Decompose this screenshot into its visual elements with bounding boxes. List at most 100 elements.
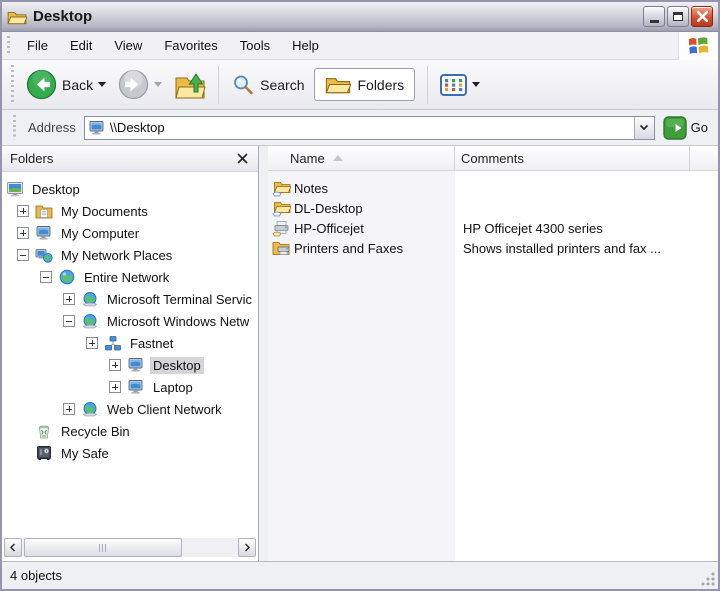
go-button-label: Go: [690, 120, 708, 135]
expand-toggle[interactable]: [109, 359, 121, 371]
maximize-button[interactable]: [667, 6, 689, 27]
menu-item-tools[interactable]: Tools: [229, 34, 281, 57]
address-computer-icon: [88, 120, 106, 136]
expand-toggle[interactable]: [17, 205, 29, 217]
tree-item-desktop[interactable]: Desktop: [2, 354, 258, 376]
toolbar-drag-handle[interactable]: [10, 64, 14, 105]
addressbar-drag-handle[interactable]: [12, 115, 16, 140]
main-area: Folders Desktop My Documents My Computer…: [2, 146, 718, 561]
search-icon: [231, 73, 255, 97]
tree-item-web-client-network[interactable]: Web Client Network: [2, 398, 258, 420]
object-count: 4 objects: [10, 568, 63, 583]
tree-item-desktop[interactable]: Desktop: [2, 178, 258, 200]
file-row-dl-desktop[interactable]: DL-Desktop: [268, 198, 718, 218]
file-icon: [272, 220, 291, 237]
expand-toggle[interactable]: [63, 293, 75, 305]
up-button[interactable]: [168, 66, 212, 104]
menu-item-view[interactable]: View: [103, 34, 153, 57]
address-combo[interactable]: [83, 115, 655, 140]
menu-items: File Edit View Favorites Tools Help: [16, 34, 330, 57]
go-button[interactable]: [662, 115, 687, 140]
file-comments: Shows installed printers and fax ...: [463, 240, 661, 256]
tree-item-icon: [81, 313, 99, 329]
expand-toggle[interactable]: [17, 227, 29, 239]
file-name: Printers and Faxes: [294, 240, 404, 256]
scroll-left-button[interactable]: [4, 538, 22, 557]
expand-toggle[interactable]: [17, 249, 29, 261]
minimize-button[interactable]: [643, 6, 665, 27]
window-resize-grip[interactable]: [701, 572, 715, 586]
tree-item-entire-network[interactable]: Entire Network: [2, 266, 258, 288]
go-arrow-icon: [662, 115, 687, 140]
tree-item-my-computer[interactable]: My Computer: [2, 222, 258, 244]
tree-item-icon: [127, 357, 145, 373]
address-input[interactable]: [109, 120, 634, 135]
tree-item-label: My Safe: [61, 445, 109, 461]
expand-toggle[interactable]: [40, 271, 52, 283]
back-button[interactable]: Back: [20, 65, 112, 104]
views-button[interactable]: [434, 70, 486, 100]
back-dropdown-caret-icon[interactable]: [98, 82, 107, 87]
file-list: Notes DL-Desktop HP-Officejet HP Officej…: [268, 171, 718, 561]
tree-item-fastnet[interactable]: Fastnet: [2, 332, 258, 354]
tree-item-icon: [127, 379, 145, 395]
column-header-filler: [690, 146, 718, 171]
tree-item-my-safe[interactable]: My Safe: [2, 442, 258, 464]
tree-item-my-documents[interactable]: My Documents: [2, 200, 258, 222]
file-row-notes[interactable]: Notes: [268, 178, 718, 198]
forward-arrow-icon: [118, 69, 149, 100]
tree-item-icon: [35, 423, 53, 439]
folders-pane-header: Folders: [2, 146, 258, 172]
scrollbar-track[interactable]: [182, 538, 238, 557]
file-row-printers-and-faxes[interactable]: Printers and Faxes Shows installed print…: [268, 238, 718, 258]
folders-button-label: Folders: [357, 76, 405, 93]
search-button[interactable]: Search: [225, 69, 310, 101]
expand-toggle[interactable]: [86, 337, 98, 349]
views-dropdown-caret-icon[interactable]: [472, 82, 481, 87]
forward-dropdown-caret-icon[interactable]: [154, 82, 163, 87]
scrollbar-thumb[interactable]: [24, 538, 182, 557]
tree-item-icon: [35, 445, 53, 461]
folders-button[interactable]: Folders: [314, 68, 416, 101]
expand-toggle[interactable]: [63, 403, 75, 415]
column-header-comments[interactable]: Comments: [455, 146, 690, 171]
tree-item-label: My Network Places: [61, 247, 173, 263]
horizontal-scrollbar[interactable]: [4, 538, 256, 557]
tree-item-label: Fastnet: [130, 335, 174, 351]
file-list-pane: Name Comments Notes DL-Desktop HP-Office…: [268, 146, 718, 561]
tree-item-icon: [35, 203, 53, 219]
column-headers: Name Comments: [268, 146, 718, 171]
menu-item-favorites[interactable]: Favorites: [153, 34, 228, 57]
close-button[interactable]: [691, 6, 713, 27]
menu-item-edit[interactable]: Edit: [59, 34, 103, 57]
tree-item-icon: [81, 401, 99, 417]
tree-item-laptop[interactable]: Laptop: [2, 376, 258, 398]
tree-item-label: Entire Network: [84, 269, 170, 285]
pane-splitter[interactable]: [259, 146, 268, 561]
windows-logo-icon: [678, 31, 718, 60]
scroll-right-button[interactable]: [238, 538, 256, 557]
close-folders-pane-button[interactable]: [234, 151, 250, 167]
tree-item-microsoft-terminal-servic[interactable]: Microsoft Terminal Servic: [2, 288, 258, 310]
menubar-drag-handle[interactable]: [6, 36, 10, 55]
file-name: HP-Officejet: [294, 220, 364, 236]
tree-item-recycle-bin[interactable]: Recycle Bin: [2, 420, 258, 442]
back-arrow-icon: [26, 69, 57, 100]
address-bar: Address Go: [2, 110, 718, 146]
forward-button[interactable]: [112, 65, 168, 104]
title-bar[interactable]: Desktop: [2, 2, 718, 32]
address-dropdown-button[interactable]: [633, 116, 654, 139]
file-row-hp-officejet[interactable]: HP-Officejet HP Officejet 4300 series: [268, 218, 718, 238]
tree-item-label: Desktop: [150, 356, 204, 374]
column-header-name[interactable]: Name: [268, 146, 455, 171]
file-icon: [272, 180, 292, 197]
expand-toggle[interactable]: [109, 381, 121, 393]
menu-item-help[interactable]: Help: [281, 34, 330, 57]
tree-item-my-network-places[interactable]: My Network Places: [2, 244, 258, 266]
tree-item-microsoft-windows-netw[interactable]: Microsoft Windows Netw: [2, 310, 258, 332]
tree-item-label: My Computer: [61, 225, 140, 241]
menu-item-file[interactable]: File: [16, 34, 59, 57]
tree-item-label: Recycle Bin: [61, 423, 130, 439]
expand-toggle[interactable]: [63, 315, 75, 327]
tree-item-label: Microsoft Terminal Servic: [107, 291, 252, 307]
